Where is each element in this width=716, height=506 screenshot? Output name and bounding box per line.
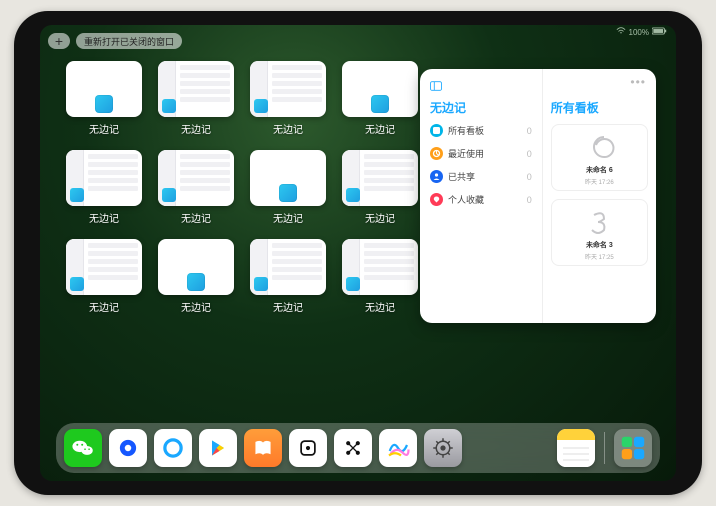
play-store-icon[interactable] [199,429,237,467]
app-thumbnail [158,61,234,117]
active-window-preview[interactable]: ••• 无边记 所有看板 0 最近使用 0 已共享 0 个人收藏 0 所有看板 未命名 6 昨天… [420,69,656,323]
app-card[interactable]: 无边记 [342,239,418,314]
sidebar-item-count: 0 [527,195,532,205]
sidebar-item-count: 0 [527,126,532,136]
app-label: 无边记 [273,299,303,314]
books-icon[interactable] [244,429,282,467]
app-card[interactable]: 无边记 [250,150,326,225]
board-card[interactable]: 未命名 3 昨天 17:25 [551,199,648,266]
reopen-closed-window-button[interactable]: 重新打开已关闭的窗口 [76,33,182,49]
sidebar-item[interactable]: 个人收藏 0 [430,193,532,206]
app-label: 无边记 [89,121,119,136]
category-icon [430,170,443,183]
app-card[interactable]: 无边记 [342,150,418,225]
preview-sidebar: 无边记 所有看板 0 最近使用 0 已共享 0 个人收藏 0 [420,69,543,323]
ipad-frame: 100% + 重新打开已关闭的窗口 无边记无边记无边记无边记无边记无边记无边记无… [14,11,702,495]
app-label: 无边记 [365,210,395,225]
sidebar-item-label: 所有看板 [448,124,484,137]
settings-icon[interactable] [424,429,462,467]
share-graph-icon[interactable] [334,429,372,467]
board-thumbnail [580,204,618,238]
app-library-icon[interactable] [614,429,652,467]
sidebar-item-count: 0 [527,172,532,182]
app-label: 无边记 [89,210,119,225]
dock [56,423,660,473]
app-label: 无边记 [365,121,395,136]
app-label: 无边记 [365,299,395,314]
app-thumbnail [158,239,234,295]
sidebar-item-label: 最近使用 [448,147,484,160]
app-card[interactable]: 无边记 [158,150,234,225]
top-controls: + 重新打开已关闭的窗口 [48,33,182,49]
app-card[interactable]: 无边记 [250,61,326,136]
preview-sidebar-title: 无边记 [430,99,532,116]
app-card[interactable]: 无边记 [342,61,418,136]
preview-sidebar-list: 所有看板 0 最近使用 0 已共享 0 个人收藏 0 [430,124,532,206]
board-date: 昨天 17:26 [585,177,614,186]
app-thumbnail [250,150,326,206]
app-thumbnail [66,239,142,295]
dock-separator [604,432,605,464]
browser-blue-icon[interactable] [109,429,147,467]
dice-icon[interactable] [289,429,327,467]
sidebar-item-count: 0 [527,149,532,159]
board-thumbnail [580,129,618,163]
app-switcher-grid: 无边记无边记无边记无边记无边记无边记无边记无边记无边记无边记无边记无边记 [66,61,412,413]
sidebar-item[interactable]: 最近使用 0 [430,147,532,160]
preview-content: 所有看板 未命名 6 昨天 17:26 未命名 3 昨天 17:25 [543,69,656,323]
app-card[interactable]: 无边记 [158,61,234,136]
quark-icon[interactable] [154,429,192,467]
more-icon[interactable]: ••• [630,75,646,89]
sidebar-item[interactable]: 所有看板 0 [430,124,532,137]
app-thumbnail [342,150,418,206]
app-label: 无边记 [181,210,211,225]
app-label: 无边记 [181,121,211,136]
sidebar-item-label: 已共享 [448,170,475,183]
app-thumbnail [342,239,418,295]
app-label: 无边记 [181,299,211,314]
app-thumbnail [250,239,326,295]
category-icon [430,193,443,206]
app-label: 无边记 [273,121,303,136]
app-thumbnail [158,150,234,206]
sidebar-icon [430,81,442,91]
board-card[interactable]: 未命名 6 昨天 17:26 [551,124,648,191]
wifi-icon [616,27,626,37]
battery-icon [652,27,668,37]
wechat-icon[interactable] [64,429,102,467]
board-name: 未命名 6 [586,165,613,175]
app-thumbnail [250,61,326,117]
category-icon [430,124,443,137]
app-thumbnail [66,61,142,117]
app-card[interactable]: 无边记 [158,239,234,314]
battery-text: 100% [629,28,649,37]
freeform-icon[interactable] [379,429,417,467]
status-bar: 100% [616,25,668,39]
app-card[interactable]: 无边记 [66,239,142,314]
app-card[interactable]: 无边记 [66,150,142,225]
notes-icon[interactable] [557,429,595,467]
app-label: 无边记 [89,299,119,314]
app-card[interactable]: 无边记 [66,61,142,136]
category-icon [430,147,443,160]
screen: 100% + 重新打开已关闭的窗口 无边记无边记无边记无边记无边记无边记无边记无… [40,25,676,481]
sidebar-item-label: 个人收藏 [448,193,484,206]
board-date: 昨天 17:25 [585,252,614,261]
app-card[interactable]: 无边记 [250,239,326,314]
app-thumbnail [342,61,418,117]
board-list: 未命名 6 昨天 17:26 未命名 3 昨天 17:25 [551,124,648,274]
app-thumbnail [66,150,142,206]
preview-sidebar-toolbar [430,79,532,93]
board-name: 未命名 3 [586,240,613,250]
new-window-button[interactable]: + [48,33,70,49]
sidebar-item[interactable]: 已共享 0 [430,170,532,183]
app-label: 无边记 [273,210,303,225]
preview-content-title: 所有看板 [551,99,648,116]
